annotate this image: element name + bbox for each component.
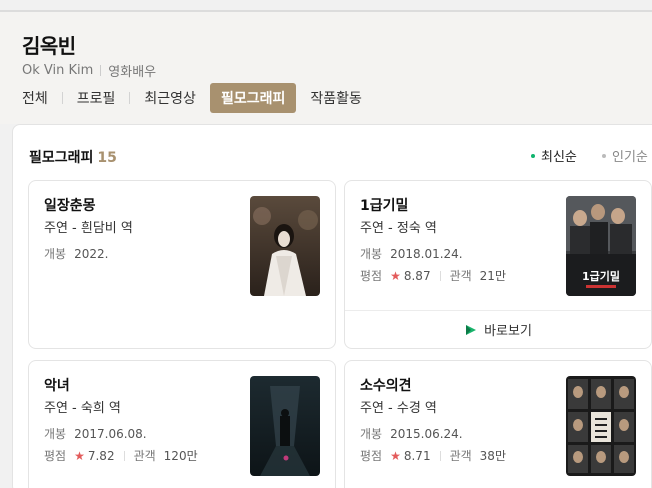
release-label: 개봉 [360, 247, 383, 261]
release-label: 개봉 [44, 247, 67, 261]
sort-popular-button[interactable]: 인기순 [602, 146, 648, 165]
audience-value: 38만 [479, 449, 506, 463]
profile-header: 김옥빈 Ok Vin Kim 영화배우 전체 프로필 최근영상 필모그래피 작품… [0, 12, 652, 124]
work-poster[interactable]: 1급기밀 [566, 196, 636, 296]
release-label: 개봉 [44, 427, 67, 441]
work-card[interactable]: 일장춘몽 주연 - 흰담비 역 개봉 2022. [28, 180, 336, 349]
play-icon [466, 324, 477, 335]
poster-image: 1급기밀 [566, 196, 636, 296]
work-role: 주연 - 흰담비 역 [44, 221, 133, 236]
work-card[interactable]: 1급기밀 주연 - 정숙 역 개봉 2018.01.24. 평점 ★ 8.87 관… [344, 180, 652, 349]
person-english-name: Ok Vin Kim [22, 63, 94, 78]
watch-now-label: 바로보기 [484, 324, 532, 339]
audience-value: 21만 [479, 269, 506, 283]
star-icon: ★ [74, 448, 85, 463]
tab-divider [129, 92, 131, 104]
audience-label: 관객 [449, 269, 472, 283]
work-title[interactable]: 악녀 [44, 375, 70, 395]
tab-recent-videos[interactable]: 최근영상 [144, 88, 196, 108]
tab-profile[interactable]: 프로필 [77, 88, 116, 108]
section-title-label: 필모그래피 [29, 150, 94, 166]
divider [123, 450, 125, 461]
work-poster[interactable] [250, 376, 320, 476]
person-subtitle: Ok Vin Kim 영화배우 [22, 61, 156, 80]
work-title[interactable]: 1급기밀 [360, 195, 408, 215]
work-release: 개봉 2018.01.24. [360, 245, 463, 262]
poster-title-text: 1급기밀 [582, 269, 620, 283]
poster-image [566, 376, 636, 476]
work-role: 주연 - 숙희 역 [44, 401, 121, 416]
star-icon: ★ [390, 448, 401, 463]
rating-value: 7.82 [87, 448, 115, 463]
tab-filmography[interactable]: 필모그래피 [209, 83, 297, 113]
work-title[interactable]: 소수의견 [360, 375, 412, 395]
divider [439, 270, 441, 281]
active-dot-icon [531, 153, 535, 158]
release-date: 2022. [74, 247, 109, 261]
work-card[interactable]: 악녀 주연 - 숙희 역 개봉 2017.06.08. 평점 ★ 7.82 관객 … [28, 360, 336, 488]
divider [100, 65, 102, 76]
tab-all[interactable]: 전체 [22, 88, 48, 108]
rating-label: 평점 [44, 449, 67, 463]
tab-divider [61, 92, 63, 104]
rating-label: 평점 [360, 449, 383, 463]
work-role: 주연 - 수경 역 [360, 401, 437, 416]
person-name: 김옥빈 [22, 34, 76, 58]
work-stats: 평점 ★ 7.82 관객 120만 [44, 447, 198, 464]
sort-popular-label: 인기순 [612, 150, 648, 165]
work-stats: 평점 ★ 8.71 관객 38만 [360, 447, 506, 464]
star-icon: ★ [390, 268, 401, 283]
rating-label: 평점 [360, 269, 383, 283]
filmography-panel: 필모그래피 15 최신순 인기순 일장춘몽 주연 - 흰담비 역 개봉 2022. [12, 124, 652, 488]
release-date: 2018.01.24. [390, 247, 463, 261]
work-stats: 평점 ★ 8.87 관객 21만 [360, 267, 506, 284]
filmography-count: 15 [97, 150, 117, 166]
release-date: 2015.06.24. [390, 427, 463, 441]
release-date: 2017.06.08. [74, 427, 147, 441]
person-occupation: 영화배우 [108, 65, 157, 80]
sort-newest-label: 최신순 [541, 150, 577, 165]
work-poster[interactable] [566, 376, 636, 476]
rating-value: 8.71 [403, 448, 431, 463]
section-title: 필모그래피 15 [29, 147, 117, 167]
watch-now-button[interactable]: 바로보기 [345, 310, 651, 348]
work-title[interactable]: 일장춘몽 [44, 195, 96, 215]
poster-image [250, 196, 320, 296]
rating-value: 8.87 [403, 268, 431, 283]
tab-works[interactable]: 작품활동 [310, 88, 362, 108]
sort-newest-button[interactable]: 최신순 [531, 146, 577, 165]
work-release: 개봉 2022. [44, 245, 108, 262]
work-release: 개봉 2015.06.24. [360, 425, 463, 442]
inactive-dot-icon [602, 153, 606, 158]
work-card[interactable]: 소수의견 주연 - 수경 역 개봉 2015.06.24. 평점 ★ 8.71 관… [344, 360, 652, 488]
work-release: 개봉 2017.06.08. [44, 425, 147, 442]
audience-value: 120만 [163, 449, 198, 463]
audience-label: 관객 [449, 449, 472, 463]
divider [439, 450, 441, 461]
work-role: 주연 - 정숙 역 [360, 221, 437, 236]
profile-tabs: 전체 프로필 최근영상 필모그래피 작품활동 [22, 83, 362, 113]
work-poster[interactable] [250, 196, 320, 296]
audience-label: 관객 [133, 449, 156, 463]
poster-image [250, 376, 320, 476]
release-label: 개봉 [360, 427, 383, 441]
